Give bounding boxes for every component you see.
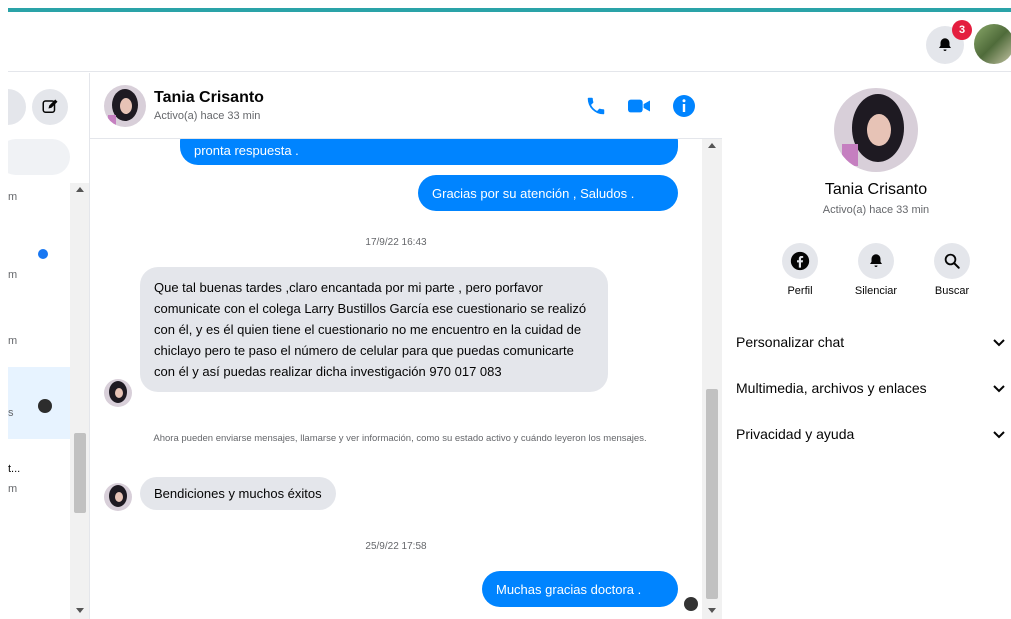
seen-avatar — [38, 399, 52, 413]
scroll-up-arrow[interactable] — [76, 187, 84, 192]
outgoing-message[interactable]: Muchas gracias doctora . — [482, 571, 678, 607]
message-list: pronta respuesta . Gracias por su atenci… — [90, 139, 702, 619]
conversation-info-button[interactable] — [671, 93, 697, 119]
message-timestamp: 17/9/22 16:43 — [365, 237, 427, 248]
chevron-down-icon — [987, 422, 1011, 446]
new-message-button[interactable] — [32, 89, 68, 125]
conversation-preview: m — [8, 483, 18, 495]
contact-name: Tania Crisanto — [154, 89, 264, 106]
notification-badge: 3 — [952, 20, 972, 40]
profile-status: Activo(a) hace 33 min — [822, 204, 930, 216]
conversation-info-panel: Tania Crisanto Activo(a) hace 33 min Per… — [722, 73, 1011, 619]
outgoing-message[interactable]: Gracias por su atención , Saludos . — [418, 175, 678, 211]
conversation-item[interactable]: t... m — [8, 449, 70, 509]
conversation-preview: m — [8, 335, 18, 347]
facebook-icon — [790, 251, 810, 271]
contact-status: Activo(a) hace 33 min — [154, 110, 261, 122]
search-conversations-input[interactable] — [8, 139, 70, 175]
account-avatar[interactable] — [974, 24, 1011, 64]
options-button[interactable] — [8, 89, 26, 125]
compose-icon — [42, 99, 58, 113]
message-text: Que tal buenas tardes ,claro encantada p… — [154, 280, 587, 379]
conversation-item-active[interactable]: s — [8, 367, 70, 439]
search-button[interactable] — [934, 243, 970, 279]
bell-icon — [939, 38, 951, 51]
message-list-scrollbar[interactable] — [702, 139, 722, 619]
conversation-list-panel: m m m s t... m — [8, 73, 90, 619]
message-text: Bendiciones y muchos éxitos — [154, 486, 322, 501]
section-label: Multimedia, archivos y enlaces — [736, 380, 927, 396]
media-files-links-section[interactable]: Multimedia, archivos y enlaces — [736, 373, 1011, 403]
incoming-message[interactable]: Bendiciones y muchos éxitos — [140, 477, 336, 510]
sender-avatar[interactable] — [104, 483, 132, 511]
top-accent-bar — [0, 0, 1011, 12]
unread-dot — [38, 249, 48, 259]
message-text: Gracias por su atención , Saludos . — [432, 185, 635, 201]
conversation-list-scrollbar[interactable] — [70, 183, 89, 619]
message-text: Muchas gracias doctora . — [496, 581, 642, 597]
audio-call-button[interactable] — [583, 93, 609, 119]
info-icon — [673, 95, 695, 117]
scroll-thumb[interactable] — [74, 433, 86, 513]
chevron-down-icon — [987, 376, 1011, 400]
seen-indicator-avatar — [684, 597, 698, 611]
bell-icon — [870, 254, 882, 267]
conversation-preview: s — [8, 407, 14, 419]
top-bar: 3 — [8, 12, 1011, 72]
privacy-help-section[interactable]: Privacidad y ayuda — [736, 419, 1011, 449]
search-label: Buscar — [934, 285, 970, 297]
contact-profile-avatar[interactable] — [834, 88, 918, 172]
video-call-button[interactable] — [626, 93, 652, 119]
profile-label: Perfil — [787, 285, 813, 297]
scroll-up-arrow[interactable] — [708, 143, 716, 148]
mute-action[interactable]: Silenciar — [846, 243, 906, 297]
conversation-item[interactable]: m — [8, 185, 70, 245]
chat-header: Tania Crisanto Activo(a) hace 33 min — [90, 73, 722, 139]
section-label: Privacidad y ayuda — [736, 426, 855, 442]
profile-button[interactable] — [782, 243, 818, 279]
chevron-down-icon — [987, 330, 1011, 354]
section-label: Personalizar chat — [736, 334, 845, 350]
scroll-down-arrow[interactable] — [76, 608, 84, 613]
conversation-preview: m — [8, 191, 18, 203]
phone-icon — [587, 97, 605, 115]
outgoing-message[interactable]: pronta respuesta . — [180, 139, 678, 165]
search-icon — [944, 253, 960, 269]
chat-panel: Tania Crisanto Activo(a) hace 33 min pro… — [90, 73, 722, 619]
conversation-title: t... — [8, 463, 21, 475]
sender-avatar[interactable] — [104, 379, 132, 407]
conversation-preview: m — [8, 269, 18, 281]
conversation-item[interactable]: m — [8, 245, 70, 315]
profile-name: Tania Crisanto — [824, 181, 928, 198]
video-camera-icon — [628, 99, 650, 113]
conversation-item[interactable]: m — [8, 315, 70, 367]
customize-chat-section[interactable]: Personalizar chat — [736, 327, 1011, 357]
mute-button[interactable] — [858, 243, 894, 279]
scroll-thumb[interactable] — [706, 389, 718, 599]
message-text: pronta respuesta . — [194, 142, 299, 158]
message-timestamp: 25/9/22 17:58 — [365, 541, 427, 552]
profile-action[interactable]: Perfil — [770, 243, 830, 297]
incoming-message[interactable]: Que tal buenas tardes ,claro encantada p… — [140, 267, 608, 392]
scroll-down-arrow[interactable] — [708, 608, 716, 613]
mute-label: Silenciar — [854, 285, 898, 297]
contact-avatar[interactable] — [104, 85, 146, 127]
search-action[interactable]: Buscar — [922, 243, 982, 297]
system-notice: Ahora pueden enviarse mensajes, llamarse… — [153, 433, 647, 444]
